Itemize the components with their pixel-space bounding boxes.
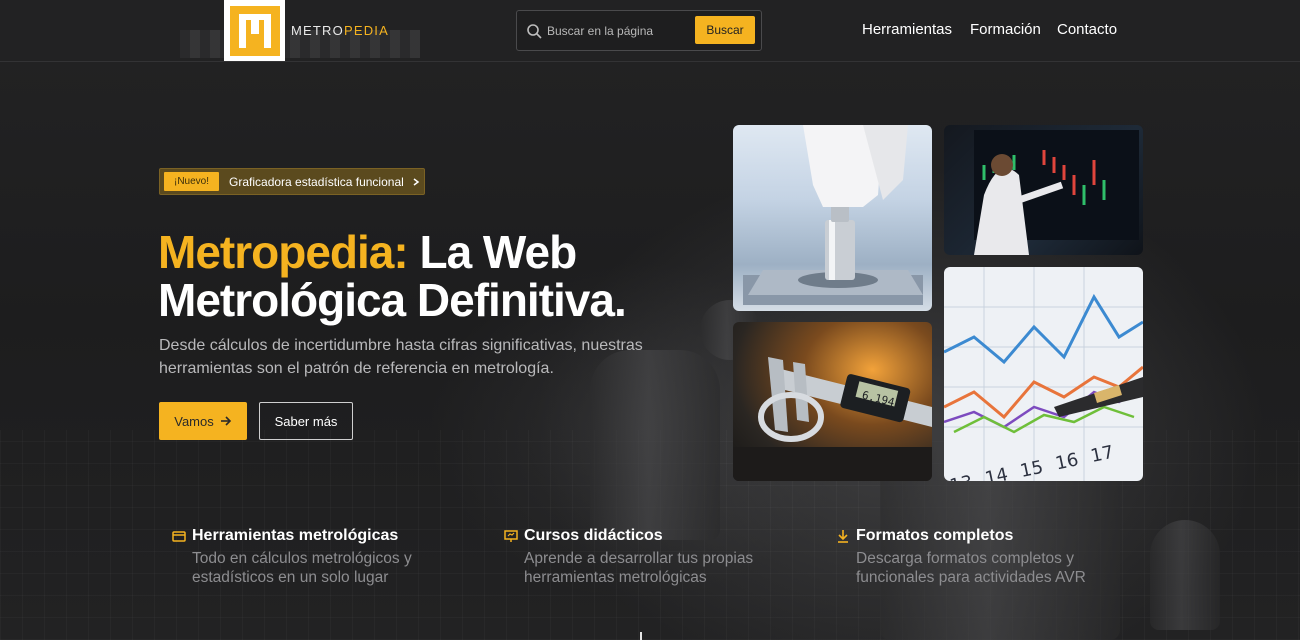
statistics-chart-illustration: 13 14 15 16 17 [944,267,1143,481]
feature-description: Descarga formatos completos y funcionale… [856,550,1086,586]
presentation-icon [504,530,518,542]
scroll-indicator[interactable] [640,632,642,640]
vamos-button-label: Vamos [174,413,214,429]
chart-axis-label: 14 [983,464,1010,481]
logo[interactable] [224,0,285,61]
background-weight [1150,520,1220,630]
logo-wordmark-part2: PEDIA [343,23,389,38]
chart-axis-label: 16 [1054,449,1081,474]
announcement-badge[interactable]: ¡Nuevo! Graficadora estadística funciona… [159,168,425,195]
search-button[interactable]: Buscar [695,16,755,44]
hero-subtitle: Desde cálculos de incertidumbre hasta ci… [159,337,643,377]
caliper-illustration: 6.194 [733,357,932,481]
badge-new-tag: ¡Nuevo! [164,172,220,191]
logo-wordmark-part1: METRO [291,23,344,38]
site-header: METROPEDIA Buscar Herramientas Formación… [0,0,1300,62]
calibration-weight-image [733,125,932,311]
chart-axis-label: 13 [948,472,975,481]
feature-description: Todo en cálculos metrológicos y estadíst… [192,550,412,586]
trader-screen-image [944,125,1143,255]
chevron-right-icon [413,177,420,186]
headline-accent: Metropedia: [158,226,409,278]
chart-axis-label: 15 [1018,457,1045,481]
arrow-right-icon [220,416,231,426]
statistics-graph-image: 13 14 15 16 17 [944,267,1143,481]
precision-weight-illustration [743,125,923,305]
feature-title: Formatos completos [856,527,1014,544]
feature-title: Herramientas metrológicas [192,527,399,544]
feature-title: Cursos didácticos [524,527,663,544]
stock-chart-illustration [974,130,1139,255]
download-icon [838,530,848,543]
search-input[interactable] [547,19,687,43]
nav-contacto[interactable]: Contacto [1057,21,1117,38]
card-icon [172,531,186,542]
search-box: Buscar [516,10,762,51]
saber-mas-button[interactable]: Saber más [259,402,353,440]
logo-mark-icon [229,5,280,56]
feature-description: Aprende a desarrollar tus propias herram… [524,550,754,586]
logo-wordmark[interactable]: METROPEDIA [291,23,389,38]
badge-text: Graficadora estadística funcional [229,174,404,189]
caliper-image: 6.194 [733,322,932,481]
chart-axis-label: 17 [1089,442,1116,467]
vamos-button[interactable]: Vamos [159,402,247,440]
search-icon [527,24,542,39]
nav-formacion[interactable]: Formación [970,21,1041,38]
nav-herramientas[interactable]: Herramientas [862,21,952,38]
page-title: Metropedia: La Web Metrológica Definitiv… [158,228,718,324]
